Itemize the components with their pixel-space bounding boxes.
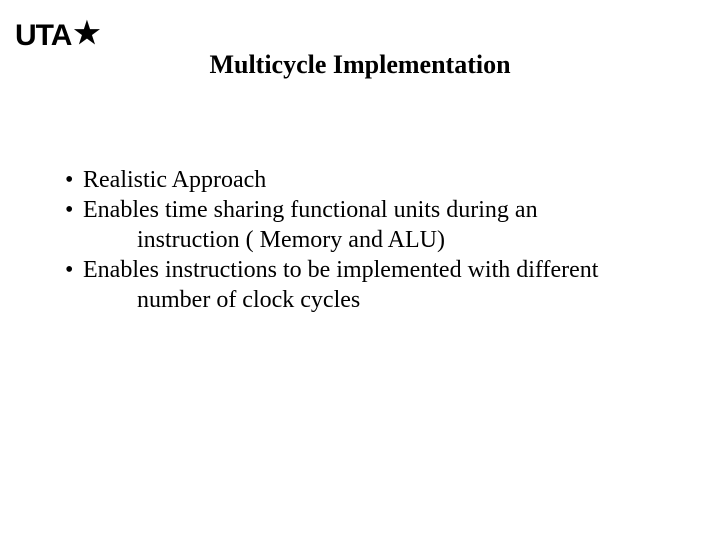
bullet-mark: • bbox=[65, 195, 83, 225]
slide-title: Multicycle Implementation bbox=[0, 50, 720, 80]
bullet-item: • Realistic Approach bbox=[65, 165, 670, 195]
slide-body: • Realistic Approach • Enables time shar… bbox=[65, 165, 670, 315]
slide: UTA ★ Multicycle Implementation • Realis… bbox=[0, 0, 720, 540]
bullet-text: Enables instructions to be implemented w… bbox=[83, 255, 670, 285]
bullet-item: • Enables time sharing functional units … bbox=[65, 195, 670, 225]
bullet-item: • Enables instructions to be implemented… bbox=[65, 255, 670, 285]
uta-logo: UTA ★ bbox=[15, 18, 99, 53]
star-icon: ★ bbox=[73, 16, 99, 51]
bullet-text: Enables time sharing functional units du… bbox=[83, 195, 670, 225]
bullet-text: Realistic Approach bbox=[83, 165, 670, 195]
bullet-mark: • bbox=[65, 165, 83, 195]
logo-text: UTA bbox=[15, 19, 71, 53]
bullet-continuation: instruction ( Memory and ALU) bbox=[65, 225, 670, 255]
bullet-continuation: number of clock cycles bbox=[65, 285, 670, 315]
bullet-mark: • bbox=[65, 255, 83, 285]
